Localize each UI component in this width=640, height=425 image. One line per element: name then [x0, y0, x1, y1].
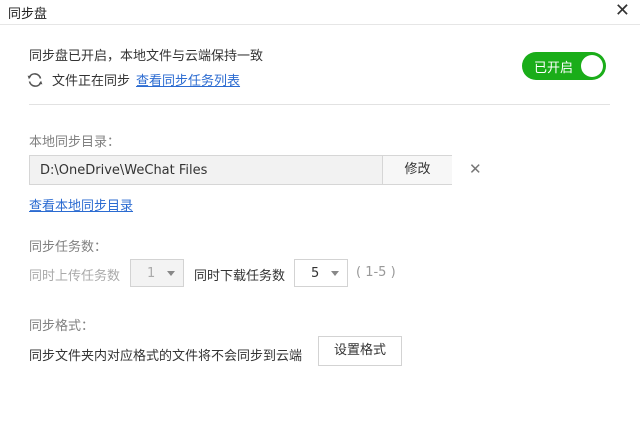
view-local-dir-link[interactable]: 查看本地同步目录 [29, 195, 133, 214]
window-title: 同步盘 [8, 7, 48, 22]
syncing-text: 文件正在同步 [52, 74, 131, 89]
download-tasks-select[interactable]: 5 [294, 259, 348, 287]
upload-tasks-label: 同时上传任务数 [29, 269, 121, 284]
format-label: 同步格式： [29, 319, 95, 334]
sync-icon [27, 72, 43, 87]
local-dir-field: D:\OneDrive\WeChat Files 修改 [29, 155, 452, 185]
local-dir-label: 本地同步目录： [29, 135, 121, 150]
format-description: 同步文件夹内对应格式的文件将不会同步到云端 [29, 349, 303, 364]
download-tasks-label: 同时下载任务数 [194, 269, 286, 284]
range-hint: ( 1-5 ) [356, 265, 396, 280]
modify-dir-button[interactable]: 修改 [382, 156, 452, 184]
set-format-button[interactable]: 设置格式 [318, 336, 402, 366]
title-bar: 同步盘 ✕ [0, 0, 640, 25]
chevron-down-icon [167, 271, 175, 276]
local-dir-path: D:\OneDrive\WeChat Files [40, 163, 208, 178]
chevron-down-icon [331, 271, 339, 276]
toggle-label: 已开启 [534, 61, 574, 76]
sync-progress-row: 文件正在同步 查看同步任务列表 [26, 70, 240, 89]
download-tasks-value: 5 [311, 266, 320, 281]
view-sync-tasks-link[interactable]: 查看同步任务列表 [136, 70, 240, 89]
divider [29, 104, 610, 105]
upload-tasks-value: 1 [147, 266, 156, 281]
upload-tasks-select: 1 [130, 259, 184, 287]
clear-icon[interactable]: ✕ [469, 160, 482, 178]
sync-status-message: 同步盘已开启，本地文件与云端保持一致 [29, 49, 264, 64]
tasks-label: 同步任务数： [29, 240, 108, 255]
sync-toggle[interactable]: 已开启 [522, 52, 606, 80]
close-icon[interactable]: ✕ [615, 1, 630, 21]
toggle-knob [581, 55, 603, 77]
